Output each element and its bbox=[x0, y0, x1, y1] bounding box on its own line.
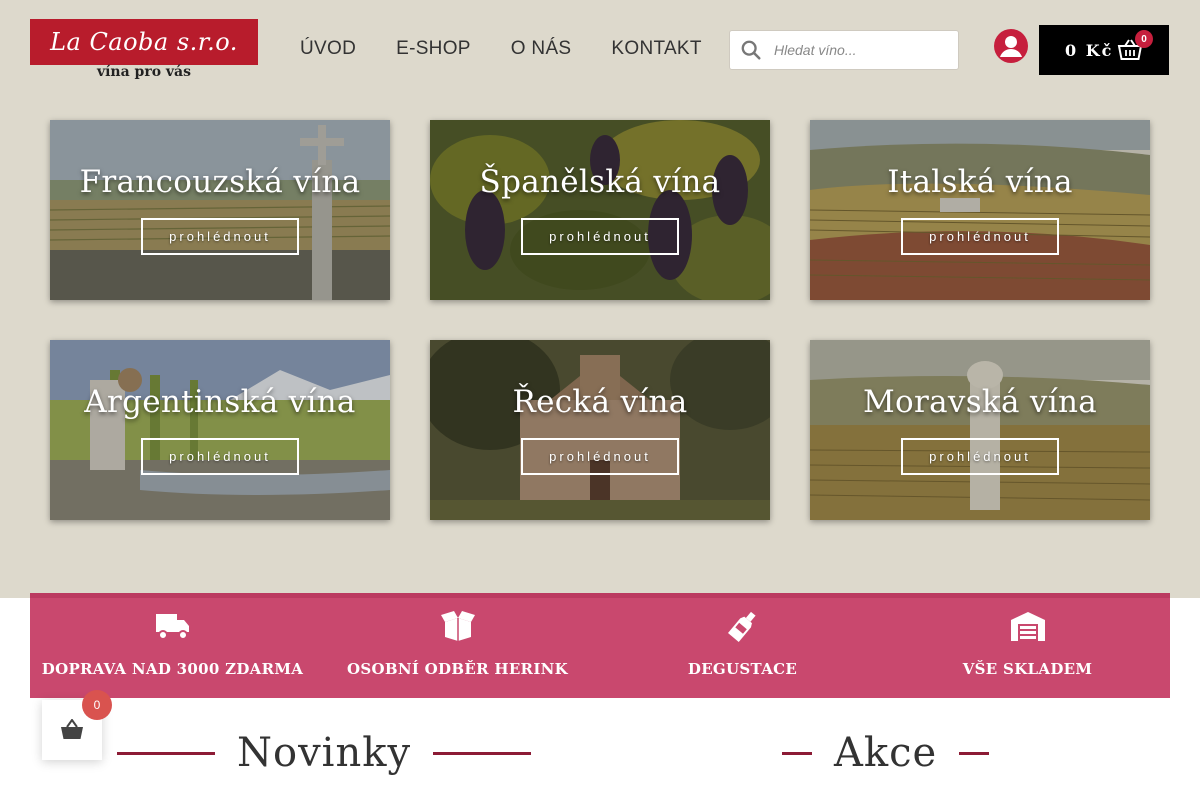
category-tile-italy[interactable]: Italská vína prohlédnout bbox=[810, 120, 1150, 300]
category-tile-france[interactable]: Francouzská vína prohlédnout bbox=[50, 120, 390, 300]
category-tile-argentina[interactable]: Argentinská vína prohlédnout bbox=[50, 340, 390, 520]
tile-overlay bbox=[50, 340, 390, 520]
view-button[interactable]: prohlédnout bbox=[141, 218, 299, 255]
view-button[interactable]: prohlédnout bbox=[901, 438, 1059, 475]
open-box-icon bbox=[440, 611, 475, 641]
view-button[interactable]: prohlédnout bbox=[521, 438, 679, 475]
heading-divider bbox=[782, 751, 812, 755]
wine-bottle-icon bbox=[727, 611, 756, 642]
feature-label: DEGUSTACE bbox=[687, 660, 798, 678]
category-title: Francouzská vína bbox=[79, 164, 361, 200]
feature-shipping: DOPRAVA NAD 3000 ZDARMA bbox=[30, 598, 315, 698]
nav-item-kontakt[interactable]: KONTAKT bbox=[611, 38, 701, 60]
search-input[interactable] bbox=[774, 42, 944, 58]
cart-count-badge: 0 bbox=[1135, 30, 1153, 48]
main-nav: ÚVOD E-SHOP O NÁS KONTAKT bbox=[300, 38, 742, 60]
category-tile-spain[interactable]: Španělská vína prohlédnout bbox=[430, 120, 770, 300]
tile-overlay bbox=[430, 340, 770, 520]
cart-button[interactable]: 0 Kč 0 bbox=[1039, 25, 1169, 75]
section-title: Novinky bbox=[237, 730, 412, 776]
floating-cart-count: 0 bbox=[82, 690, 112, 720]
category-tile-moravia[interactable]: Moravská vína prohlédnout bbox=[810, 340, 1150, 520]
view-button[interactable]: prohlédnout bbox=[901, 218, 1059, 255]
category-tile-greece[interactable]: Řecká vína prohlédnout bbox=[430, 340, 770, 520]
truck-icon bbox=[155, 614, 189, 640]
section-heading-novinky: Novinky bbox=[117, 730, 532, 776]
feature-label: OSOBNÍ ODBĚR HERINK bbox=[346, 660, 568, 678]
search-box bbox=[729, 30, 959, 70]
features-band: DOPRAVA NAD 3000 ZDARMA OSOBNÍ ODBĚR HER… bbox=[30, 593, 1170, 698]
nav-item-eshop[interactable]: E-SHOP bbox=[396, 38, 471, 60]
heading-divider bbox=[959, 751, 990, 755]
heading-divider bbox=[433, 751, 532, 755]
view-button[interactable]: prohlédnout bbox=[521, 218, 679, 255]
section-title: Akce bbox=[834, 730, 938, 776]
category-title: Řecká vína bbox=[512, 384, 688, 420]
basket-icon bbox=[61, 719, 83, 739]
user-icon[interactable] bbox=[994, 29, 1028, 63]
tile-overlay bbox=[810, 120, 1150, 300]
warehouse-icon bbox=[1010, 612, 1045, 641]
nav-item-uvod[interactable]: ÚVOD bbox=[300, 38, 356, 60]
nav-item-o-nas[interactable]: O NÁS bbox=[511, 38, 572, 60]
category-title: Italská vína bbox=[887, 164, 1073, 200]
category-title: Moravská vína bbox=[862, 384, 1098, 420]
category-title: Argentinská vína bbox=[84, 384, 356, 420]
tile-overlay bbox=[430, 120, 770, 300]
search-icon[interactable] bbox=[740, 39, 762, 61]
feature-in-stock: VŠE SKLADEM bbox=[885, 598, 1170, 698]
cart-total: 0 Kč bbox=[1065, 40, 1114, 60]
category-title: Španělská vína bbox=[479, 164, 721, 200]
site-logo[interactable]: La Caoba s.r.o. bbox=[30, 19, 258, 65]
view-button[interactable]: prohlédnout bbox=[141, 438, 299, 475]
feature-label: VŠE SKLADEM bbox=[962, 660, 1093, 678]
heading-divider bbox=[117, 751, 215, 755]
feature-tasting: DEGUSTACE bbox=[600, 598, 885, 698]
feature-label: DOPRAVA NAD 3000 ZDARMA bbox=[41, 660, 304, 678]
logo-text: La Caoba s.r.o. bbox=[50, 28, 238, 56]
tile-overlay bbox=[810, 340, 1150, 520]
section-heading-akce: Akce bbox=[782, 730, 990, 776]
tagline: vína pro vás bbox=[96, 64, 192, 80]
tile-overlay bbox=[50, 120, 390, 300]
feature-pickup: OSOBNÍ ODBĚR HERINK bbox=[315, 598, 600, 698]
